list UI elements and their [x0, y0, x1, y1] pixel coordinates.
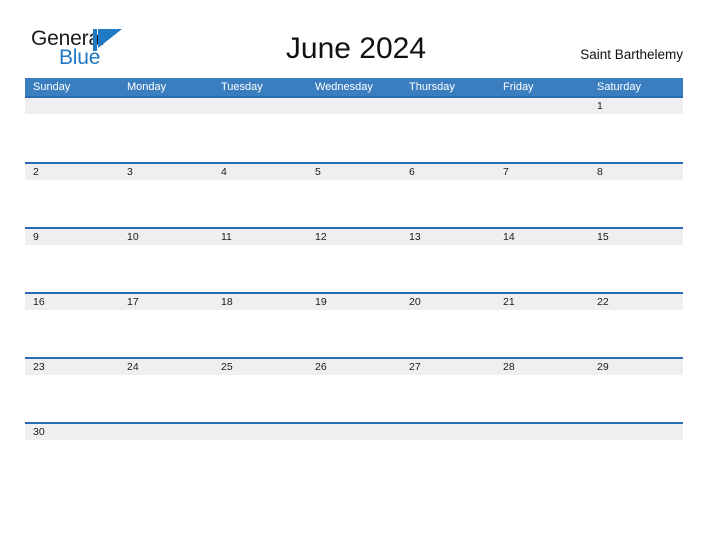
day-cell[interactable]: [589, 424, 683, 440]
day-cell[interactable]: 10: [119, 229, 213, 245]
day-cell[interactable]: [401, 98, 495, 114]
week-row: 23 24 25 26 27 28 29: [25, 357, 683, 422]
day-cell[interactable]: 9: [25, 229, 119, 245]
week-date-band: 30: [25, 424, 683, 440]
weekday-header-row: Sunday Monday Tuesday Wednesday Thursday…: [25, 78, 683, 96]
week-row: 1: [25, 96, 683, 162]
day-cell[interactable]: [213, 424, 307, 440]
day-cell[interactable]: 1: [589, 98, 683, 114]
day-cell[interactable]: [307, 424, 401, 440]
page-header: General Blue June 2024 Saint Barthelemy: [0, 0, 712, 78]
day-cell[interactable]: 30: [25, 424, 119, 440]
week-date-band: 2 3 4 5 6 7 8: [25, 164, 683, 180]
day-cell[interactable]: 13: [401, 229, 495, 245]
day-cell[interactable]: 21: [495, 294, 589, 310]
day-cell[interactable]: [307, 98, 401, 114]
day-cell[interactable]: 28: [495, 359, 589, 375]
day-cell[interactable]: 7: [495, 164, 589, 180]
day-cell[interactable]: [495, 98, 589, 114]
day-cell[interactable]: 29: [589, 359, 683, 375]
weekday-sunday: Sunday: [33, 81, 71, 93]
weekday-wednesday: Wednesday: [315, 81, 373, 93]
day-cell[interactable]: 12: [307, 229, 401, 245]
day-cell[interactable]: 24: [119, 359, 213, 375]
week-body: [25, 245, 683, 292]
weekday-friday: Friday: [503, 81, 534, 93]
day-cell[interactable]: 2: [25, 164, 119, 180]
location-label: Saint Barthelemy: [580, 47, 683, 62]
week-row: 9 10 11 12 13 14 15: [25, 227, 683, 292]
day-cell[interactable]: 16: [25, 294, 119, 310]
week-date-band: 1: [25, 98, 683, 114]
day-cell[interactable]: [495, 424, 589, 440]
week-date-band: 23 24 25 26 27 28 29: [25, 359, 683, 375]
week-body: [25, 310, 683, 357]
day-cell[interactable]: 26: [307, 359, 401, 375]
day-cell[interactable]: 19: [307, 294, 401, 310]
week-row: 16 17 18 19 20 21 22: [25, 292, 683, 357]
day-cell[interactable]: [401, 424, 495, 440]
day-cell[interactable]: 18: [213, 294, 307, 310]
day-cell[interactable]: [25, 98, 119, 114]
week-body: [25, 114, 683, 161]
calendar-grid: Sunday Monday Tuesday Wednesday Thursday…: [25, 78, 683, 487]
week-row: 2 3 4 5 6 7 8: [25, 162, 683, 227]
day-cell[interactable]: [119, 98, 213, 114]
week-body: [25, 440, 683, 487]
day-cell[interactable]: 3: [119, 164, 213, 180]
day-cell[interactable]: 25: [213, 359, 307, 375]
week-date-band: 16 17 18 19 20 21 22: [25, 294, 683, 310]
week-body: [25, 180, 683, 227]
day-cell[interactable]: 6: [401, 164, 495, 180]
day-cell[interactable]: 14: [495, 229, 589, 245]
day-cell[interactable]: 22: [589, 294, 683, 310]
weekday-tuesday: Tuesday: [221, 81, 263, 93]
day-cell[interactable]: 17: [119, 294, 213, 310]
day-cell[interactable]: [213, 98, 307, 114]
day-cell[interactable]: 5: [307, 164, 401, 180]
day-cell[interactable]: 8: [589, 164, 683, 180]
day-cell[interactable]: 27: [401, 359, 495, 375]
week-row: 30: [25, 422, 683, 487]
day-cell[interactable]: [119, 424, 213, 440]
day-cell[interactable]: 23: [25, 359, 119, 375]
day-cell[interactable]: 20: [401, 294, 495, 310]
week-date-band: 9 10 11 12 13 14 15: [25, 229, 683, 245]
week-body: [25, 375, 683, 422]
day-cell[interactable]: 11: [213, 229, 307, 245]
weekday-thursday: Thursday: [409, 81, 455, 93]
day-cell[interactable]: 4: [213, 164, 307, 180]
weekday-saturday: Saturday: [597, 81, 642, 93]
weekday-monday: Monday: [127, 81, 167, 93]
day-cell[interactable]: 15: [589, 229, 683, 245]
